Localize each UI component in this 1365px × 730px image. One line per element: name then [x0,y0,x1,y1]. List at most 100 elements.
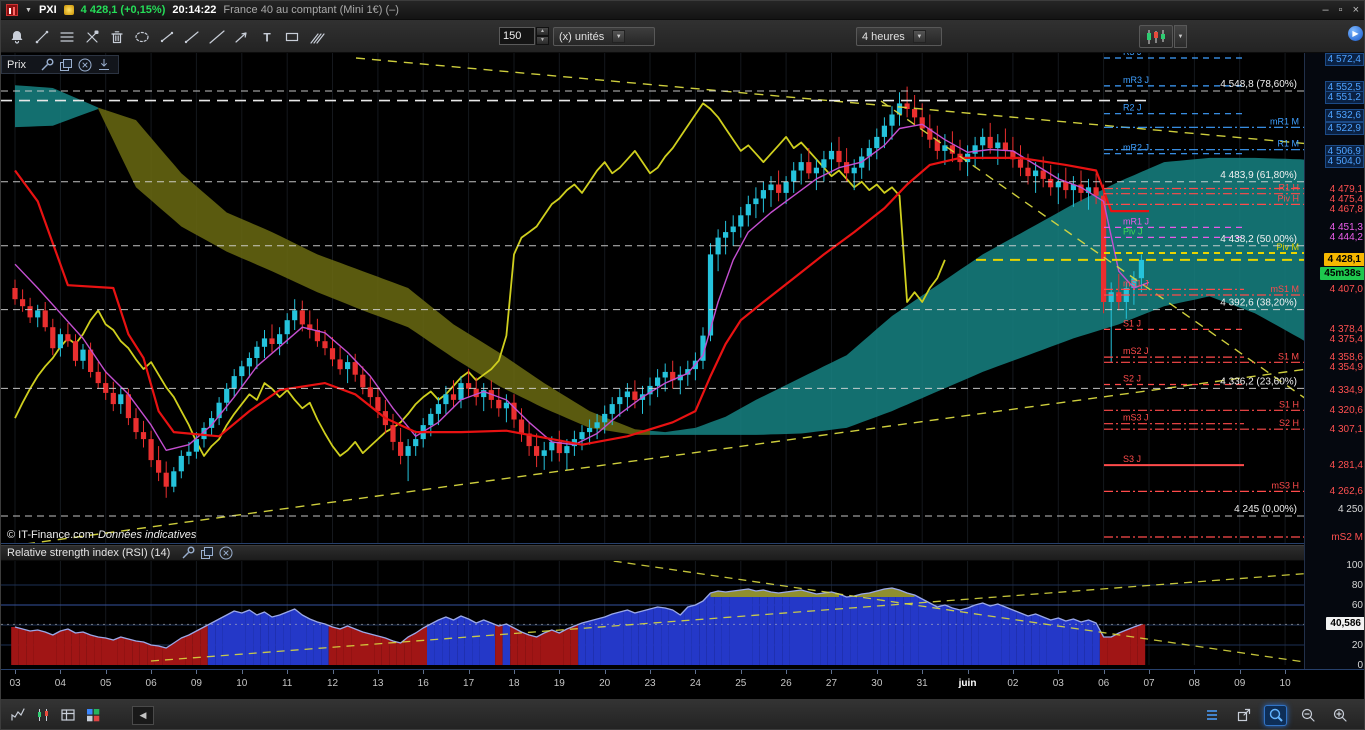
price-tick-label: 4 504,0 [1324,155,1364,168]
timeframe-select[interactable]: 4 heures ▼ [856,27,942,46]
wrench-icon[interactable] [39,57,56,72]
time-label: 26 [780,678,792,689]
time-label: 05 [100,678,112,689]
price-axis[interactable]: 4 572,4 4 552,5 4 551,2 4 532,6 4 522,9 4 506… [1304,53,1364,671]
time-tick [468,670,470,674]
fibonacci-retracement-icon[interactable] [55,26,78,47]
svg-text:mS2 J: mS2 J [1123,346,1149,356]
time-label: 04 [54,678,66,689]
trend-line-icon[interactable] [30,26,53,47]
time-label: 03 [9,678,21,689]
alert-active-icon [63,5,74,15]
data-table-icon[interactable] [56,705,79,726]
time-label: 02 [1007,678,1019,689]
symbol-label: PXI [38,4,57,16]
lasso-icon[interactable] [130,26,153,47]
svg-text:4 392,6 (38,20%): 4 392,6 (38,20%) [1220,298,1297,309]
instrument-icon[interactable] [6,4,18,16]
maximize-button[interactable]: ▫ [1339,4,1343,16]
timeframe-value: 4 heures [862,30,905,43]
list-blue-icon[interactable] [1200,705,1223,726]
svg-text:mR1 M: mR1 M [1270,116,1299,126]
svg-text:S2 H: S2 H [1279,418,1299,428]
units-down-button[interactable]: ▼ [536,36,549,45]
instrument-menu-caret-icon[interactable]: ▼ [25,7,32,14]
time-label: 27 [825,678,838,689]
units-up-button[interactable]: ▲ [536,27,549,36]
trash-icon[interactable] [105,26,128,47]
rsi-chart-canvas[interactable] [1,561,1304,669]
arrow-line-icon[interactable] [230,26,253,47]
scroll-left-button[interactable]: ◀ [132,705,154,725]
close-icon[interactable] [217,546,234,561]
chart-style-caret[interactable]: ▼ [1174,25,1187,48]
zoom-active-icon[interactable] [1264,704,1287,726]
tools-icon[interactable] [80,26,103,47]
rsi-pane-tools [179,546,234,561]
ray-icon[interactable] [180,26,203,47]
rsi-pane-title: Relative strength index (RSI) (14) [7,547,171,559]
price-tick-label: 4 307,1 [1329,424,1363,435]
side-panel-toggle[interactable]: ▶ [1348,26,1363,41]
time-tick [876,670,878,674]
chevron-down-icon: ▼ [912,30,926,43]
price-tick-label: 4 281,4 [1329,460,1363,471]
time-tick [1194,670,1196,674]
price-tick-label: 4 467,8 [1329,204,1363,215]
time-label: 09 [190,678,202,689]
rectangle-icon[interactable] [280,26,303,47]
layout-icon[interactable] [81,705,104,726]
segment-icon[interactable] [155,26,178,47]
time-tick [559,670,561,674]
time-axis[interactable]: 03 04 05 06 09 10 11 12 13 16 17 18 19 20 23 24 25 26 27 30… [1,669,1364,698]
download-icon[interactable] [96,57,113,72]
bottom-left-tools [6,705,104,726]
time-tick [513,670,515,674]
svg-text:4 438,2 (50,00%): 4 438,2 (50,00%) [1220,234,1297,245]
detach-icon[interactable] [58,57,75,72]
svg-text:mS3 H: mS3 H [1271,480,1299,490]
svg-text:S1 M: S1 M [1278,351,1299,361]
close-button[interactable]: × [1353,4,1359,16]
zoom-in-icon[interactable] [1328,705,1351,726]
time-label: 23 [644,678,656,689]
units-type-value: (x) unités [559,30,605,43]
price-tick-label: mS2 M [1331,532,1363,543]
time-tick [105,670,107,674]
units-input[interactable] [499,27,535,45]
time-tick [740,670,742,674]
price-tick-label: 4 354,9 [1329,362,1363,373]
price-chart-canvas[interactable]: R3 J mR3 J R2 J mR1 M R1 M mR2 J R1 HPiv H mR1 … [1,53,1304,544]
svg-text:mR2 J: mR2 J [1123,143,1149,153]
time-tick [241,670,243,674]
time-label: 20 [599,678,611,689]
chart-settings-icon[interactable] [6,705,29,726]
time-tick [1285,670,1287,674]
bottom-toolbar: ◀ [1,698,1364,729]
units-type-select[interactable]: (x) unités ▼ [553,27,655,46]
time-label: 24 [689,678,701,689]
time-tick [695,670,697,674]
zoom-out-icon[interactable] [1296,705,1319,726]
units-spinners: ▲ ▼ [536,27,549,45]
alarm-bell-icon[interactable] [5,26,28,47]
clock-label: 20:14:22 [172,4,217,16]
price-tick-label: 4 320,6 [1329,405,1363,416]
extended-line-icon[interactable] [205,26,228,47]
time-label: 17 [463,678,475,689]
svg-text:4 336,2 (23,60%): 4 336,2 (23,60%) [1220,376,1297,387]
time-label: 10 [1279,678,1291,689]
rsi-pane-header: Relative strength index (RSI) (14) [1,545,1304,561]
time-tick [967,670,969,674]
chart-style-button[interactable] [1139,25,1173,48]
detach-icon[interactable] [198,546,215,561]
share-icon[interactable] [1232,705,1255,726]
time-tick [1103,670,1105,674]
candle-countdown-badge: 45m38s [1320,267,1364,280]
wrench-icon[interactable] [179,546,196,561]
close-icon[interactable] [77,57,94,72]
candlestick-style-icon[interactable] [31,705,54,726]
text-icon[interactable]: T [255,26,278,47]
minimize-button[interactable]: – [1323,4,1329,16]
pitchfork-icon[interactable] [305,26,328,47]
